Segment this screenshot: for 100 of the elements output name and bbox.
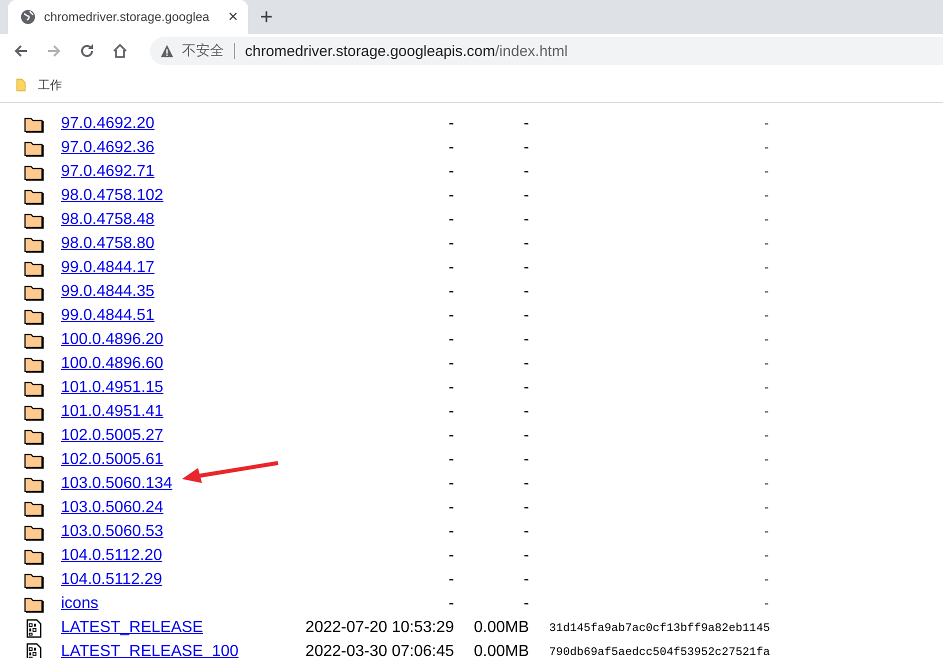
file-link[interactable]: 102.0.5005.27 [61,427,296,445]
checksum: - [762,526,770,538]
file-link[interactable]: 97.0.4692.20 [61,115,296,133]
modified-date: - [448,163,454,181]
file-link[interactable]: LATEST_RELEASE [61,619,296,637]
file-size: - [522,523,529,541]
url-text: chromedriver.storage.googleapis.com/index.html [245,42,568,60]
file-size: - [522,163,529,181]
checksum: - [762,286,770,298]
file-size: 0.00MB [472,643,529,658]
file-link[interactable]: 99.0.4844.35 [61,283,296,301]
file-size: - [522,235,529,253]
modified-date: - [448,595,454,613]
globe-icon [20,9,36,25]
file-size: - [522,451,529,469]
modified-date: - [448,283,454,301]
modified-date: - [448,115,454,133]
file-link[interactable]: 97.0.4692.71 [61,163,296,181]
modified-date: - [448,379,454,397]
checksum: - [762,382,770,394]
file-size: - [522,499,529,517]
modified-date: 2022-03-30 07:06:45 [304,643,454,658]
modified-date: - [448,403,454,421]
checksum: - [762,310,770,322]
checksum: - [762,430,770,442]
browser-tab[interactable]: chromedriver.storage.googlea × [8,0,248,34]
modified-date: - [448,187,454,205]
file-size: - [522,307,529,325]
checksum: - [762,142,770,154]
file-link[interactable]: 104.0.5112.20 [61,547,296,565]
binary-file-icon [24,618,44,638]
close-tab-button[interactable]: × [228,7,238,27]
checksum: - [762,574,770,586]
checksum: - [762,238,770,250]
checksum: - [762,478,770,490]
file-size: - [522,139,529,157]
file-size: - [522,355,529,373]
file-link[interactable]: 103.0.5060.24 [61,499,296,517]
address-bar[interactable]: 不安全 chromedriver.storage.googleapis.com/index.html [150,37,943,65]
home-icon[interactable] [112,43,128,59]
file-link[interactable]: 101.0.4951.15 [61,379,296,397]
checksum: - [762,190,770,202]
checksum: - [762,502,770,514]
modified-date: - [448,499,454,517]
checksum: - [762,406,770,418]
file-link[interactable]: 97.0.4692.36 [61,139,296,157]
file-size: - [522,547,529,565]
modified-date: 2022-07-20 10:53:29 [304,619,454,637]
file-link[interactable]: 99.0.4844.17 [61,259,296,277]
reload-icon[interactable] [79,43,95,59]
modified-date: - [448,571,454,589]
file-size: 0.00MB [472,619,529,637]
modified-date: - [448,451,454,469]
modified-date: - [448,259,454,277]
back-icon[interactable] [13,43,29,59]
file-link[interactable]: 100.0.4896.20 [61,331,296,349]
checksum: - [762,358,770,370]
modified-date: - [448,523,454,541]
file-link[interactable]: 99.0.4844.51 [61,307,296,325]
bookmark-folder[interactable]: 工作 [38,76,62,94]
modified-date: - [448,139,454,157]
file-link[interactable]: 103.0.5060.134 [61,475,296,493]
file-size: - [522,427,529,445]
file-link[interactable]: 103.0.5060.53 [61,523,296,541]
new-tab-button[interactable]: + [260,4,273,30]
modified-date: - [448,547,454,565]
file-size: - [522,403,529,421]
modified-date: - [448,475,454,493]
checksum: - [762,334,770,346]
file-link[interactable]: LATEST_RELEASE_100 [61,643,296,658]
file-link[interactable]: 98.0.4758.102 [61,187,296,205]
file-link[interactable]: 104.0.5112.29 [61,571,296,589]
file-link[interactable]: 102.0.5005.61 [61,451,296,469]
file-size: - [522,571,529,589]
modified-date: - [448,331,454,349]
file-link[interactable]: 98.0.4758.48 [61,211,296,229]
file-size: - [522,211,529,229]
file-link[interactable]: 101.0.4951.41 [61,403,296,421]
security-label: 不安全 [182,42,224,60]
checksum: - [762,214,770,226]
checksum: - [762,262,770,274]
warning-icon [160,44,174,58]
checksum: 31d145fa9ab7ac0cf13bff9a82eb1145 [548,622,770,634]
modified-date: - [448,307,454,325]
file-size: - [522,379,529,397]
modified-date: - [448,235,454,253]
checksum: - [762,166,770,178]
file-size: - [522,331,529,349]
file-size: - [522,283,529,301]
file-link[interactable]: icons [61,595,296,613]
modified-date: - [448,427,454,445]
file-size: - [522,115,529,133]
modified-date: - [448,355,454,373]
checksum: 790db69af5aedcc504f53952c27521fa [548,646,770,658]
checksum: - [762,550,770,562]
checksum: - [762,118,770,130]
file-link[interactable]: 98.0.4758.80 [61,235,296,253]
checksum: - [762,598,770,610]
file-link[interactable]: 100.0.4896.60 [61,355,296,373]
checksum: - [762,454,770,466]
